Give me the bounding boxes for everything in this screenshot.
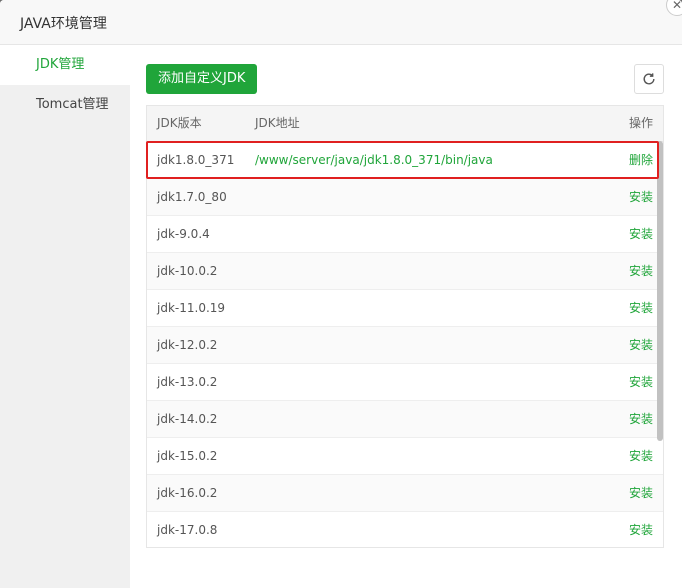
- install-link[interactable]: 安装: [629, 512, 653, 547]
- install-link[interactable]: 安装: [629, 475, 653, 511]
- install-link[interactable]: 安装: [629, 216, 653, 252]
- table-row: jdk-11.0.19 安装: [147, 290, 663, 327]
- jdk-version: jdk-13.0.2: [157, 375, 218, 389]
- jdk-version: jdk-17.0.8: [157, 523, 218, 537]
- table-row: jdk-17.0.8 安装: [147, 512, 663, 547]
- install-link[interactable]: 安装: [629, 327, 653, 363]
- install-link[interactable]: 安装: [629, 179, 653, 215]
- table-row: jdk-12.0.2 安装: [147, 327, 663, 364]
- header-version: JDK版本: [157, 116, 202, 130]
- sidebar-item-tomcat[interactable]: Tomcat管理: [0, 85, 130, 125]
- install-link[interactable]: 安装: [629, 290, 653, 326]
- jdk-version: jdk-14.0.2: [157, 412, 218, 426]
- install-link[interactable]: 安装: [629, 364, 653, 400]
- header-path: JDK地址: [255, 116, 300, 130]
- table-scrollbar[interactable]: [657, 141, 663, 441]
- jdk-version: jdk-9.0.4: [157, 227, 210, 241]
- main-content: 添加自定义JDK JDK版本 JDK地址 操作 jdk1.8.0_371/www…: [146, 45, 664, 588]
- delete-link[interactable]: 删除: [629, 142, 653, 178]
- refresh-button[interactable]: [634, 64, 664, 94]
- jdk-version: jdk-16.0.2: [157, 486, 218, 500]
- jdk-table: JDK版本 JDK地址 操作 jdk1.8.0_371/www/server/j…: [146, 105, 664, 548]
- install-link[interactable]: 安装: [629, 401, 653, 437]
- table-body: jdk1.8.0_371/www/server/java/jdk1.8.0_37…: [147, 142, 663, 547]
- jdk-path: /www/server/java/jdk1.8.0_371/bin/java: [255, 153, 493, 167]
- dialog-header: JAVA环境管理: [0, 0, 682, 45]
- table-row: jdk-14.0.2 安装: [147, 401, 663, 438]
- table-row: jdk1.7.0_80 安装: [147, 179, 663, 216]
- jdk-version: jdk1.8.0_371: [157, 153, 235, 167]
- table-row: jdk-16.0.2 安装: [147, 475, 663, 512]
- jdk-version: jdk-15.0.2: [157, 449, 218, 463]
- java-env-dialog: JAVA环境管理 ✕ JDK管理 Tomcat管理 添加自定义JDK JDK版本…: [0, 0, 682, 588]
- sidebar: JDK管理 Tomcat管理: [0, 45, 130, 588]
- install-link[interactable]: 安装: [629, 438, 653, 474]
- add-custom-jdk-button[interactable]: 添加自定义JDK: [146, 64, 258, 94]
- install-link[interactable]: 安装: [629, 253, 653, 289]
- sidebar-item-jdk[interactable]: JDK管理: [0, 45, 130, 85]
- refresh-icon: [643, 73, 655, 85]
- jdk-version: jdk-11.0.19: [157, 301, 226, 315]
- table-row: jdk-13.0.2 安装: [147, 364, 663, 401]
- table-header: JDK版本 JDK地址 操作: [147, 106, 663, 142]
- table-row: jdk-9.0.4 安装: [147, 216, 663, 253]
- dialog-title: JAVA环境管理: [20, 16, 107, 32]
- header-action: 操作: [628, 116, 653, 130]
- jdk-version: jdk1.7.0_80: [157, 190, 227, 204]
- table-row: jdk1.8.0_371/www/server/java/jdk1.8.0_37…: [147, 142, 663, 179]
- jdk-version: jdk-12.0.2: [157, 338, 218, 352]
- table-row: jdk-10.0.2 安装: [147, 253, 663, 290]
- table-row: jdk-15.0.2 安装: [147, 438, 663, 475]
- jdk-version: jdk-10.0.2: [157, 264, 218, 278]
